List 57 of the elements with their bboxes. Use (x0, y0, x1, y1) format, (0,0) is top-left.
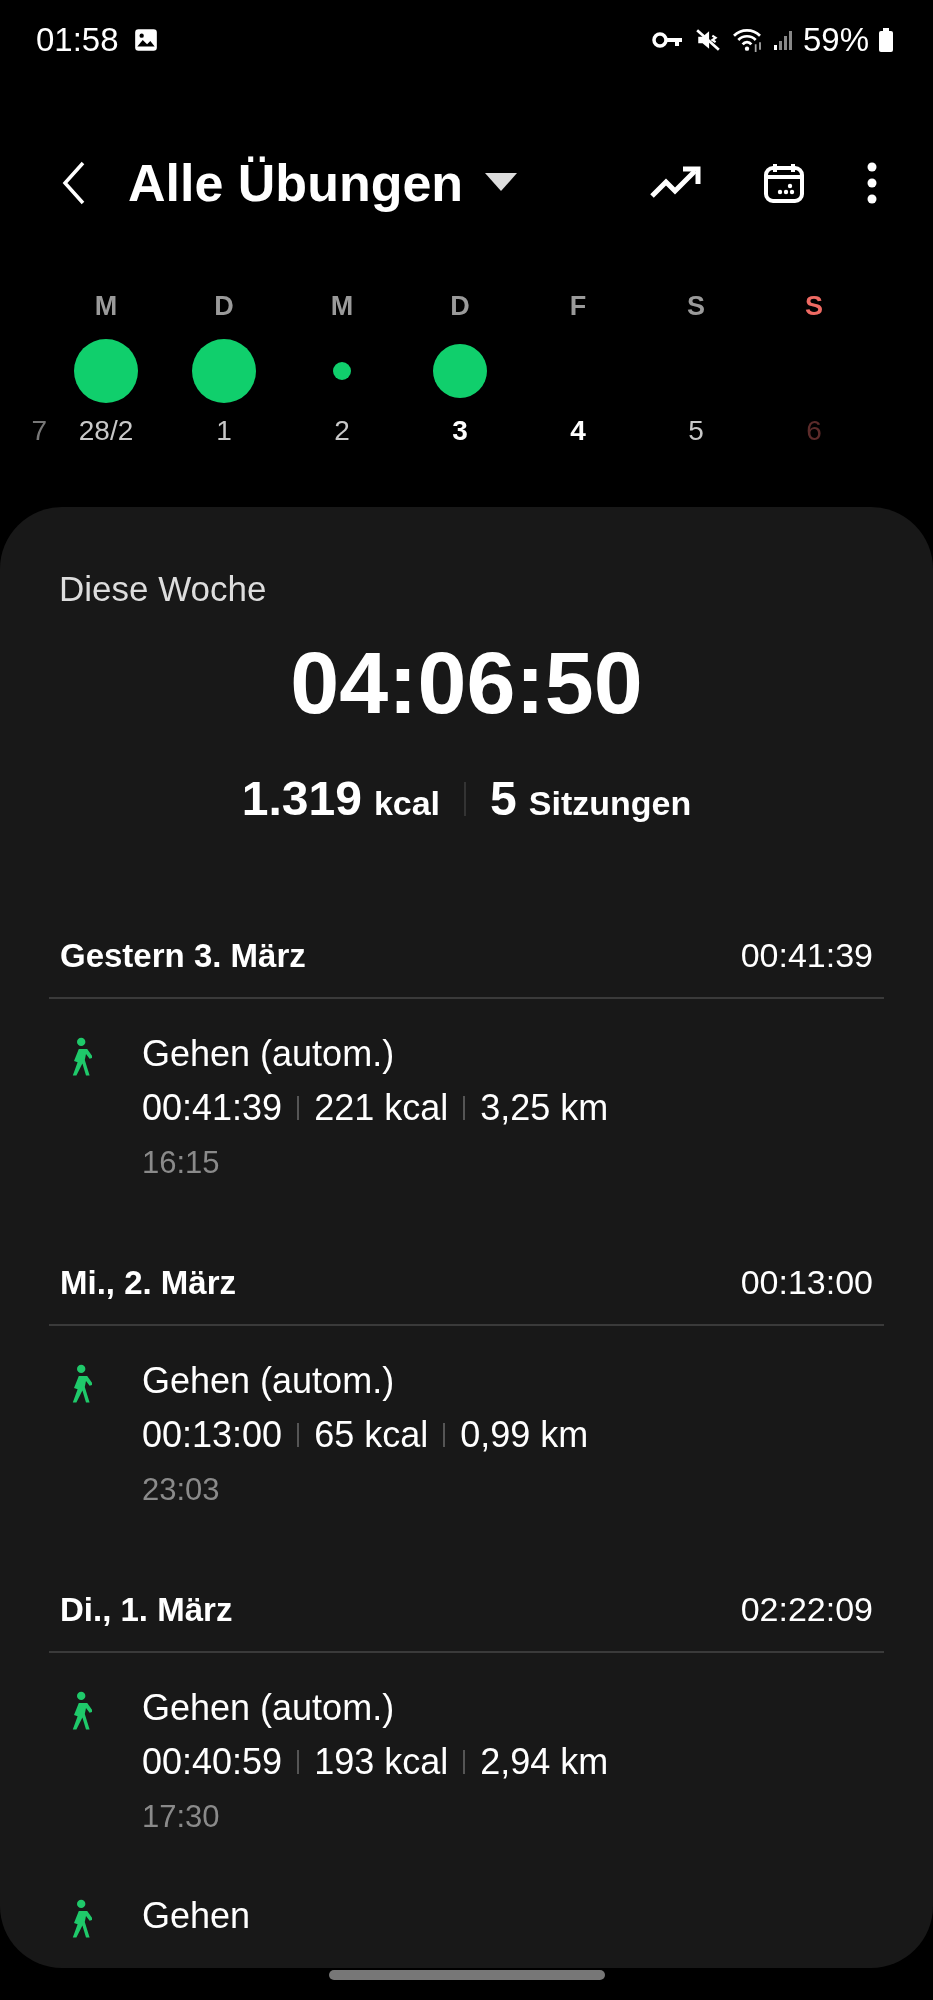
start-time: 23:03 (142, 1471, 221, 1509)
activity-calories: 65 kcal (314, 1413, 429, 1457)
day-number[interactable]: 7 (31, 415, 47, 447)
calories-value: 1.319 (241, 771, 362, 826)
day-number[interactable]: 4 (570, 415, 586, 447)
day-number[interactable]: 3 (452, 415, 468, 447)
day-total: 02:22:09 (740, 1590, 873, 1629)
more-icon[interactable] (867, 161, 877, 204)
day-number[interactable]: 28/2 (78, 415, 134, 447)
calories-unit: kcal (373, 784, 441, 823)
dropdown-icon[interactable] (485, 172, 518, 193)
day-number[interactable]: 5 (688, 415, 704, 447)
wifi-icon (730, 27, 763, 53)
start-time: 17:30 (142, 1798, 221, 1836)
screen-title[interactable]: Alle Übungen (128, 152, 464, 213)
weekday-letter: D (450, 291, 470, 321)
weekday-letter: D (214, 291, 234, 321)
day-heading: Gestern 3. März (60, 936, 306, 975)
clock: 01:58 (36, 21, 119, 59)
weekday-letter: S (805, 291, 823, 321)
home-handle[interactable] (328, 1970, 605, 1980)
activity-name[interactable]: Gehen (autom.) (142, 1356, 589, 1406)
signal-icon (772, 28, 793, 52)
day-total: 00:41:39 (740, 936, 873, 975)
image-icon (132, 27, 159, 53)
total-time: 04:06:50 (289, 639, 644, 727)
key-icon (650, 30, 685, 50)
day-heading: Mi., 2. März (60, 1263, 237, 1302)
mute-icon (694, 27, 721, 53)
sessions-unit: Sitzungen (528, 784, 692, 823)
start-time: 16:15 (142, 1144, 221, 1182)
activity-duration: 00:40:59 (142, 1740, 283, 1784)
activity-name[interactable]: Gehen (autom.) (142, 1683, 609, 1733)
weekday-letter: M (94, 291, 118, 321)
battery-percent: 59% (802, 21, 869, 59)
activity-distance: 0,99 km (460, 1413, 589, 1457)
sessions-value: 5 (490, 771, 517, 826)
activity-name[interactable]: Gehen (142, 1891, 251, 1941)
activity-calories: 221 kcal (314, 1086, 449, 1130)
activity-duration: 00:13:00 (142, 1413, 283, 1457)
calendar-icon[interactable] (763, 161, 805, 204)
activity-duration: 00:41:39 (142, 1086, 283, 1130)
day-number[interactable]: 2 (334, 415, 350, 447)
activity-name[interactable]: Gehen (autom.) (142, 1029, 609, 1079)
day-total: 00:13:00 (740, 1263, 873, 1302)
activity-distance: 2,94 km (480, 1740, 609, 1784)
activity-distance: 3,25 km (480, 1086, 609, 1130)
trend-icon[interactable] (649, 165, 701, 200)
day-number[interactable]: 1 (216, 415, 232, 447)
summary-label: Diese Woche (58, 569, 268, 609)
weekday-letter: S (687, 291, 705, 321)
weekday-letter: M (330, 291, 354, 321)
day-heading: Di., 1. März (60, 1590, 233, 1629)
activity-calories: 193 kcal (314, 1740, 449, 1784)
battery-icon (879, 27, 893, 53)
back-icon[interactable] (62, 160, 86, 205)
weekday-letter: F (569, 291, 587, 321)
